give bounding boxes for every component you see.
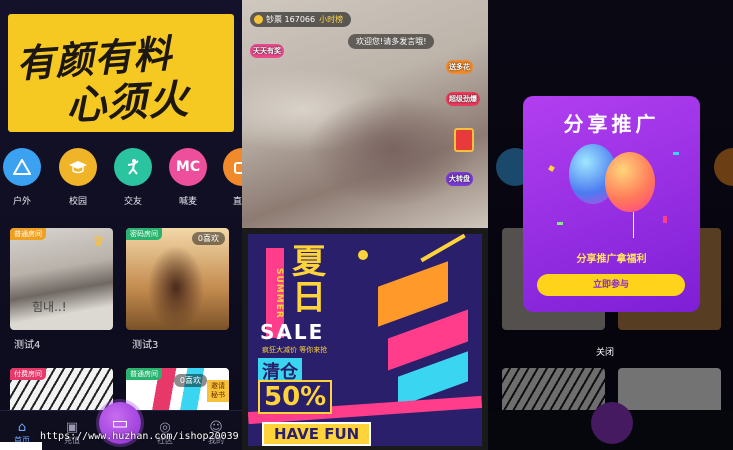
room-badge: 密码房间: [126, 228, 162, 240]
home-icon: ⌂: [17, 420, 27, 435]
share-modal: 分享推广 分享推广拿福利 立即参与: [523, 96, 700, 312]
category-mc[interactable]: MC 喊麦: [166, 148, 210, 207]
poster-shape: [420, 234, 466, 263]
confetti: [673, 152, 679, 155]
hour-rank-link[interactable]: 小时榜: [319, 15, 343, 24]
like-count: 0喜欢: [173, 374, 207, 387]
room-badge: 普通房间: [126, 368, 162, 380]
balloon-string: [633, 212, 634, 238]
category-label: 户外: [12, 197, 31, 207]
tent-icon: [3, 148, 41, 186]
confetti: [663, 216, 667, 223]
coin-label: 钞票: [266, 15, 282, 24]
category-label: 交友: [123, 197, 142, 207]
poster-shape: [378, 261, 448, 327]
room-title: 测试4: [14, 340, 41, 351]
watermark: https://www.huzhan.com/ishop20039: [40, 431, 239, 442]
gift-badge[interactable]: 送多花: [446, 60, 473, 74]
invite-tag[interactable]: 邀请秘书: [207, 380, 229, 402]
like-count: 0喜欢: [191, 232, 225, 245]
poster-sale: SALE: [260, 320, 325, 344]
welcome-message: 欢迎您!请多发言哦!: [348, 34, 435, 49]
poster-shape: [358, 250, 368, 260]
room-card[interactable]: 密码房间 0喜欢: [126, 228, 229, 330]
graduation-cap-icon: [59, 148, 97, 186]
promo-poster[interactable]: SUMMER 夏日 SALE 疯狂大减价 等你来抢 清仓 50% HAVE FU…: [248, 234, 482, 446]
modal-title: 分享推广: [563, 112, 660, 136]
live-room-screen: 钞票 167066 小时榜 欢迎您!请多发言哦! 天天有奖 送多花 超级劲爆 大转…: [242, 0, 488, 450]
join-now-button[interactable]: 立即参与: [537, 274, 685, 296]
coin-value: 167066: [284, 15, 316, 24]
coin-ticker[interactable]: 钞票 167066 小时榜: [250, 12, 352, 27]
room-caption: 힘내..!: [32, 300, 67, 314]
mc-icon: MC: [169, 148, 207, 186]
category-label: 喊麦: [178, 197, 197, 207]
balloon-icon: [605, 152, 655, 212]
category-label: 校园: [68, 197, 87, 207]
coin-icon: [254, 15, 263, 24]
category-outdoor[interactable]: 户外: [0, 148, 44, 207]
promo-banner[interactable]: 有颜有料 心须火: [8, 14, 234, 132]
room-title: 测试3: [132, 340, 159, 351]
room-badge: 付费房间: [10, 368, 46, 380]
modal-subtitle: 分享推广拿福利: [576, 254, 647, 265]
dancer-icon: [114, 148, 152, 186]
red-envelope-icon[interactable]: [454, 128, 474, 152]
category-campus[interactable]: 校园: [56, 148, 100, 207]
close-button[interactable]: 关闭: [596, 345, 614, 358]
share-popup-screen: 分享推广 分享推广拿福利 立即参与 关闭: [488, 0, 733, 450]
poster-percent: 50%: [258, 380, 333, 414]
category-label: 直播: [232, 197, 242, 207]
category-friends[interactable]: 交友: [111, 148, 155, 207]
confetti: [557, 222, 563, 225]
crown-icon: ♛: [92, 234, 105, 250]
gift-badge[interactable]: 超级劲爆: [446, 92, 480, 106]
gift-badge[interactable]: 天天有奖: [250, 44, 284, 58]
poster-have-fun: HAVE FUN: [262, 422, 372, 446]
banner-line-2: 心须火: [65, 75, 191, 130]
category-row: 户外 校园 交友 MC 喊麦 直播: [0, 148, 242, 212]
confetti: [548, 165, 555, 172]
room-card[interactable]: 普通房间 ♛ 힘내..!: [10, 228, 113, 330]
room-badge: 普通房间: [10, 228, 46, 240]
gift-badge[interactable]: 大转盘: [446, 172, 473, 186]
white-corner: [0, 442, 42, 450]
live-icon: [223, 148, 242, 186]
home-screen: 有颜有料 心须火 户外 校园 交友 MC 喊麦 直 普通房间 ♛ 힘내..! 测…: [0, 0, 242, 450]
poster-subtitle: 疯狂大减价 等你来抢: [262, 346, 328, 354]
category-live[interactable]: 直播: [220, 148, 242, 207]
poster-big-title: 夏日: [292, 242, 326, 318]
